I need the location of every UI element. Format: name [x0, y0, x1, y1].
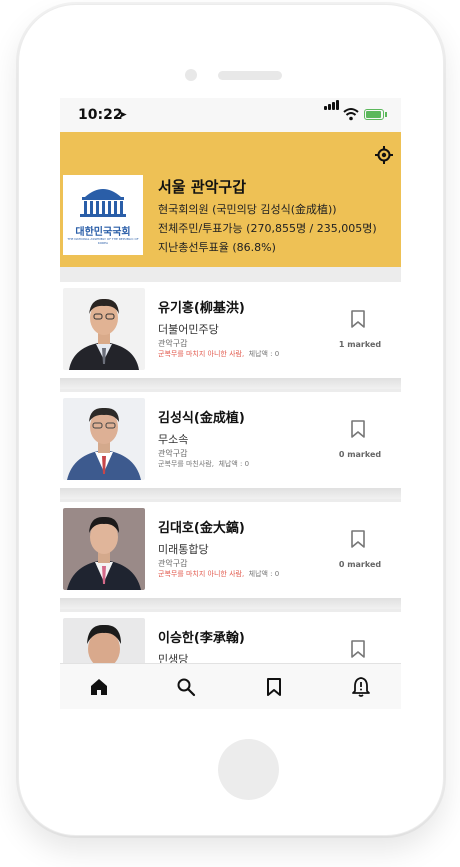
- earpiece-speaker: [218, 71, 282, 80]
- candidate-name: 김성식(金成植): [158, 411, 245, 426]
- national-assembly-logo: 대한민국국회 THE NATIONAL ASSEMBLY OF THE REPU…: [63, 175, 143, 255]
- district-header: 대한민국국회 THE NATIONAL ASSEMBLY OF THE REPU…: [60, 132, 401, 267]
- assembly-logo-subtext: THE NATIONAL ASSEMBLY OF THE REPUBLIC OF…: [67, 237, 139, 245]
- search-icon[interactable]: [175, 676, 197, 698]
- tax-arrears: 체납액 : 0: [248, 570, 280, 578]
- candidate-district: 관악구갑: [158, 339, 188, 348]
- candidate-photo: [63, 288, 145, 370]
- military-service-status: 군복무를 마친사람,: [158, 460, 214, 468]
- tax-arrears: 체납액 : 0: [218, 460, 250, 468]
- turnout-info: 지난총선투표율 (86.8%): [158, 241, 276, 254]
- wifi-icon: [343, 108, 359, 121]
- military-service-status: 군복무를 마치지 아니한 사람,: [158, 350, 245, 358]
- marked-count: 1 marked: [338, 340, 382, 349]
- candidate-status: 군복무를 마치지 아니한 사람, 체납액 : 0: [158, 569, 279, 579]
- assembly-logo-text: 대한민국국회: [75, 227, 131, 238]
- candidate-card[interactable]: 유기홍(柳基洪) 더불어민주당 관악구갑 군복무를 마치지 아니한 사람, 체납…: [60, 282, 401, 389]
- candidate-party: 무소속: [158, 433, 189, 446]
- locate-target-icon[interactable]: [375, 146, 393, 164]
- military-service-status: 군복무를 마치지 아니한 사람,: [158, 570, 245, 578]
- district-title: 서울 관악구갑: [158, 178, 247, 196]
- home-hardware-button[interactable]: [218, 739, 279, 800]
- candidate-party: 더불어민주당: [158, 323, 219, 336]
- notification-bell-icon[interactable]: [350, 676, 372, 698]
- candidate-name: 김대호(金大鎬): [158, 521, 245, 536]
- candidate-district: 관악구갑: [158, 559, 188, 568]
- bookmark-icon[interactable]: [350, 310, 366, 328]
- candidate-party: 미래통합당: [158, 543, 209, 556]
- bookmark-icon[interactable]: [263, 676, 285, 698]
- app-screen: 10:22 ➤ 대한민국국회 THE NATIONAL ASSEMBLY OF …: [60, 98, 401, 709]
- candidate-photo: [63, 508, 145, 590]
- battery-icon: [364, 109, 387, 120]
- tax-arrears: 체납액 : 0: [248, 350, 280, 358]
- marked-count: 0 marked: [338, 560, 382, 569]
- bookmark-icon[interactable]: [350, 640, 366, 658]
- candidate-status: 군복무를 마치지 아니한 사람, 체납액 : 0: [158, 349, 279, 359]
- bookmark-icon[interactable]: [350, 420, 366, 438]
- candidate-photo: [63, 398, 145, 480]
- candidate-district: 관악구갑: [158, 449, 188, 458]
- candidate-card[interactable]: 김성식(金成植) 무소속 관악구갑 군복무를 마친사람, 체납액 : 0 0 m…: [60, 392, 401, 499]
- bookmark-icon[interactable]: [350, 530, 366, 548]
- marked-count: 0 marked: [338, 450, 382, 459]
- candidate-status: 군복무를 마친사람, 체납액 : 0: [158, 459, 249, 469]
- candidate-name: 유기홍(柳基洪): [158, 301, 245, 316]
- status-time: 10:22: [78, 107, 123, 123]
- home-icon[interactable]: [88, 676, 110, 698]
- voters-info: 전체주민/투표가능 (270,855명 / 235,005명): [158, 222, 377, 235]
- front-camera: [185, 69, 197, 81]
- location-arrow-icon: ➤: [118, 108, 128, 121]
- candidate-card[interactable]: 김대호(金大鎬) 미래통합당 관악구갑 군복무를 마치지 아니한 사람, 체납액…: [60, 502, 401, 609]
- incumbent-info: 현국회의원 (국민의당 김성식(金成植)): [158, 203, 337, 216]
- candidate-name: 이승한(李承翰): [158, 631, 245, 646]
- assembly-building-icon: [80, 189, 126, 217]
- bottom-tab-bar: [60, 663, 401, 709]
- status-bar: 10:22 ➤: [60, 98, 401, 132]
